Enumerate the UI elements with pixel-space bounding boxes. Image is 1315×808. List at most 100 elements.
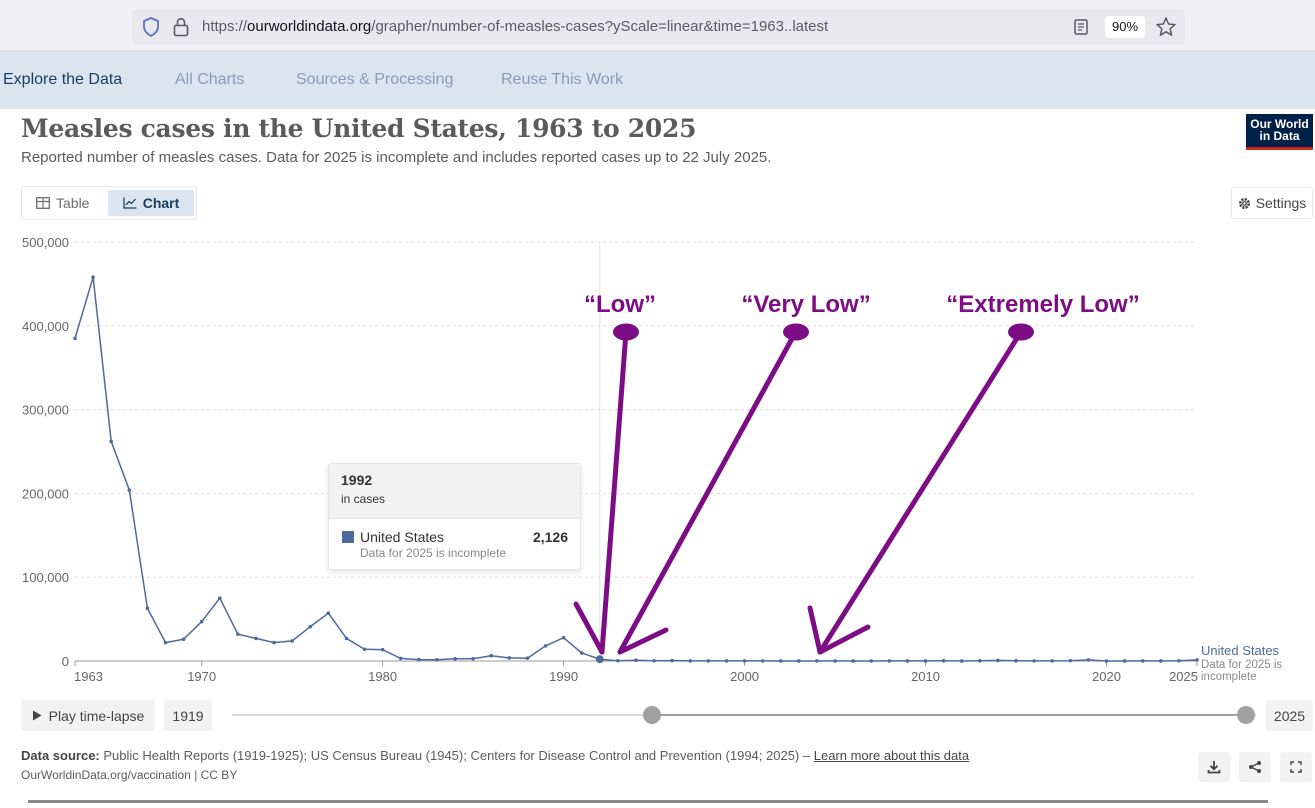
- download-icon: [1207, 761, 1221, 774]
- y-tick-label: 500,000: [22, 235, 69, 250]
- data-point: [145, 606, 150, 611]
- data-point: [1068, 658, 1073, 663]
- data-point: [905, 659, 910, 663]
- owid-tab-nav: Explore the Data All Charts Sources & Pr…: [0, 50, 1315, 109]
- tooltip-series-swatch: [342, 531, 354, 543]
- data-point: [308, 624, 313, 629]
- license-text: OurWorldinData.org/vaccination | CC BY: [21, 768, 238, 782]
- data-point: [326, 611, 331, 616]
- tab-all-charts[interactable]: All Charts: [175, 71, 244, 89]
- shield-icon[interactable]: [142, 17, 160, 37]
- x-tick-label: 1980: [368, 669, 397, 684]
- data-point: [181, 637, 186, 642]
- data-point: [163, 640, 168, 645]
- y-tick-label: 100,000: [22, 570, 69, 585]
- data-point: [760, 659, 765, 663]
- data-point: [978, 659, 982, 663]
- play-icon: [32, 710, 42, 721]
- line-chart-icon: [123, 197, 137, 209]
- data-point: [778, 659, 783, 663]
- series-label: United States: [1201, 643, 1280, 658]
- url-text[interactable]: https://ourworldindata.org/grapher/numbe…: [202, 18, 828, 35]
- data-point: [561, 635, 566, 640]
- timeline-selected-range[interactable]: [651, 714, 1246, 716]
- chart-view-button[interactable]: Chart: [108, 190, 194, 216]
- hover-tooltip: 1992 in cases United States 2,126 Data f…: [328, 463, 581, 570]
- table-icon: [36, 197, 50, 209]
- data-point: [290, 639, 294, 643]
- data-point: [127, 488, 132, 492]
- data-point: [91, 275, 95, 279]
- data-point: [471, 656, 475, 661]
- share-icon: [1249, 761, 1261, 773]
- tab-explore-the-data[interactable]: Explore the Data: [3, 71, 122, 89]
- bookmark-star-icon[interactable]: [1155, 16, 1177, 38]
- line-chart: 0 100,000 200,000 300,000 400,000 500,000 1963…: [22, 235, 1282, 684]
- data-point: [380, 647, 385, 652]
- chart-subtitle: Reported number of measles cases. Data f…: [21, 149, 772, 166]
- lock-icon[interactable]: [172, 17, 190, 37]
- data-point: [525, 656, 530, 660]
- address-bar[interactable]: https://ourworldindata.org/grapher/numbe…: [132, 9, 1185, 45]
- timeline-start-year[interactable]: 1919: [164, 700, 212, 731]
- y-tick-label: 0: [62, 654, 69, 669]
- data-point: [833, 659, 837, 663]
- y-tick-label: 400,000: [22, 319, 69, 334]
- x-tick-label: 2010: [911, 669, 940, 684]
- annotation-label: “Low”: [584, 291, 656, 318]
- learn-more-link[interactable]: Learn more about this data: [814, 748, 969, 763]
- data-point: [217, 596, 222, 600]
- annotation-label: “Extremely Low”: [946, 291, 1139, 318]
- settings-label: Settings: [1255, 195, 1307, 211]
- timeline-end-handle[interactable]: [1236, 706, 1255, 724]
- data-point: [706, 659, 711, 663]
- annotation-arrow-head: [573, 601, 605, 655]
- data-point: [362, 647, 367, 652]
- chart-title: Measles cases in the United States, 1963…: [21, 114, 697, 143]
- x-tick-label: 2025: [1169, 669, 1198, 684]
- data-point: [1195, 658, 1199, 662]
- data-point: [453, 657, 457, 661]
- y-tick-label: 300,000: [22, 403, 69, 418]
- data-point: [1140, 659, 1145, 663]
- x-tick-label: 2000: [730, 669, 759, 684]
- share-button[interactable]: [1239, 752, 1271, 782]
- data-point: [417, 657, 421, 662]
- browser-toolbar: https://ourworldindata.org/grapher/numbe…: [0, 0, 1315, 50]
- zoom-level-badge[interactable]: 90%: [1105, 16, 1146, 38]
- data-point: [507, 656, 512, 660]
- reader-view-icon[interactable]: [1072, 18, 1090, 36]
- table-view-button[interactable]: Table: [36, 190, 89, 216]
- data-point: [489, 653, 494, 658]
- data-point: [996, 658, 1000, 663]
- data-point: [851, 659, 855, 663]
- tooltip-unit: in cases: [341, 492, 386, 506]
- settings-button[interactable]: Settings: [1231, 187, 1313, 219]
- data-point: [815, 659, 819, 663]
- tooltip-year: 1992: [341, 472, 373, 488]
- tab-reuse-this-work[interactable]: Reuse This Work: [501, 71, 623, 89]
- data-point: [887, 659, 892, 663]
- data-point: [634, 658, 638, 662]
- tab-sources-processing[interactable]: Sources & Processing: [296, 71, 453, 89]
- timeline-start-handle[interactable]: [642, 706, 661, 724]
- data-point: [941, 659, 946, 663]
- play-timelapse-label: Play time-lapse: [48, 707, 145, 724]
- data-point: [1014, 659, 1018, 663]
- tooltip-note: Data for 2025 is incomplete: [360, 546, 507, 560]
- download-button[interactable]: [1198, 752, 1230, 782]
- annotation-pin: [1008, 323, 1034, 341]
- annotation-arrow-shaft: [599, 329, 629, 655]
- y-tick-label: 200,000: [22, 486, 69, 501]
- fullscreen-button[interactable]: [1280, 752, 1312, 782]
- timeline-end-year[interactable]: 2025: [1266, 700, 1313, 731]
- x-tick-label: 1970: [187, 669, 216, 684]
- data-point: [923, 659, 928, 663]
- data-point: [742, 659, 747, 663]
- owid-logo[interactable]: Our World in Data: [1246, 114, 1313, 150]
- x-tick-label: 2020: [1092, 669, 1121, 684]
- play-timelapse-button[interactable]: Play time-lapse: [21, 700, 155, 731]
- data-point: [398, 656, 403, 661]
- data-point: [579, 651, 584, 655]
- data-point: [109, 439, 113, 444]
